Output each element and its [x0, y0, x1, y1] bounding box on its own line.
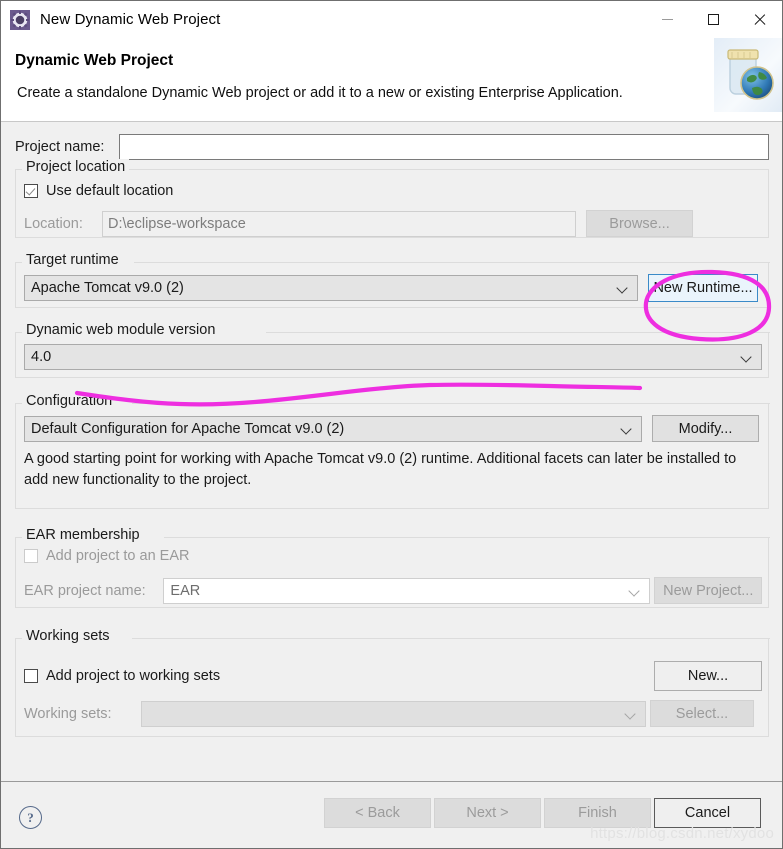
ear-project-name-label: EAR project name: [24, 582, 146, 599]
chevron-down-icon [629, 585, 641, 597]
target-runtime-combo[interactable]: Apache Tomcat v9.0 (2) [24, 275, 638, 301]
project-location-group: Project location Use default location Lo… [15, 159, 769, 238]
project-name-label: Project name: [15, 139, 105, 155]
target-runtime-row: Apache Tomcat v9.0 (2) New Runtime... [24, 274, 762, 302]
page-title: Dynamic Web Project [15, 52, 174, 69]
use-default-location-checkbox[interactable] [24, 184, 38, 198]
target-runtime-group-title: Target runtime [22, 252, 123, 268]
close-icon [753, 13, 766, 26]
module-version-row: 4.0 [24, 344, 762, 370]
maximize-button[interactable] [690, 1, 736, 38]
module-version-group: Dynamic web module version 4.0 [15, 322, 770, 378]
back-button[interactable]: < Back [324, 798, 431, 828]
module-version-combo[interactable]: 4.0 [24, 344, 762, 370]
help-icon[interactable]: ? [19, 806, 42, 829]
cancel-button[interactable]: Cancel [654, 798, 761, 828]
add-project-to-working-sets-label: Add project to working sets [46, 668, 221, 684]
jar-globe-icon [714, 38, 782, 112]
module-version-value: 4.0 [31, 349, 52, 365]
dialog-body: Project name: Project location Use defau… [1, 122, 782, 781]
working-sets-group-title: Working sets [22, 628, 114, 644]
project-name-input[interactable] [119, 134, 769, 160]
use-default-location-row[interactable]: Use default location [24, 183, 173, 199]
finish-button[interactable]: Finish [544, 798, 651, 828]
chevron-down-icon [741, 351, 753, 363]
maximize-icon [707, 14, 719, 25]
working-sets-row: Working sets: Select... [24, 700, 762, 727]
select-working-set-button[interactable]: Select... [650, 700, 754, 727]
configuration-value: Default Configuration for Apache Tomcat … [31, 420, 345, 437]
wizard-buttons: < Back Next > Finish Cancel [324, 798, 761, 828]
project-location-group-title: Project location [22, 159, 130, 175]
close-button[interactable] [736, 1, 782, 38]
configuration-group-title: Configuration [22, 393, 117, 409]
ear-project-name-row: EAR project name: EAR New Project... [24, 577, 762, 604]
location-input[interactable]: D:\eclipse-workspace [102, 210, 576, 237]
new-runtime-button[interactable]: New Runtime... [648, 274, 758, 302]
next-button[interactable]: Next > [434, 798, 541, 828]
ear-project-name-value: EAR [170, 582, 201, 599]
new-project-button[interactable]: New Project... [654, 577, 762, 604]
new-working-set-button[interactable]: New... [654, 661, 762, 691]
target-runtime-group: Target runtime Apache Tomcat v9.0 (2) Ne… [15, 252, 770, 308]
chevron-down-icon [617, 282, 629, 294]
dialog-footer: ? < Back Next > Finish Cancel https://bl… [1, 781, 782, 848]
watermark: https://blog.csdn.net/xydoo [590, 825, 774, 842]
use-default-location-label: Use default location [46, 183, 174, 199]
configuration-group: Configuration Default Configuration for … [15, 393, 770, 509]
location-label: Location: [24, 215, 83, 232]
minimize-icon [661, 19, 673, 20]
ear-membership-group-title: EAR membership [22, 527, 144, 543]
title-bar: New Dynamic Web Project [1, 1, 782, 38]
location-row: Location: D:\eclipse-workspace Browse... [24, 210, 762, 237]
chevron-down-icon [621, 423, 633, 435]
new-dynamic-web-project-dialog: New Dynamic Web Project Dynamic Web Proj… [0, 0, 783, 849]
module-version-group-title: Dynamic web module version [22, 322, 220, 338]
working-sets-combo[interactable] [141, 700, 646, 727]
add-to-working-sets-row: Add project to working sets New... [24, 661, 762, 691]
window-title: New Dynamic Web Project [40, 11, 221, 28]
ear-membership-group: EAR membership Add project to an EAR EAR… [15, 527, 770, 608]
add-to-ear-row[interactable]: Add project to an EAR [24, 548, 189, 564]
working-sets-label: Working sets: [24, 705, 112, 722]
configuration-row: Default Configuration for Apache Tomcat … [24, 415, 762, 442]
add-project-to-ear-label: Add project to an EAR [46, 548, 190, 564]
browse-button[interactable]: Browse... [586, 210, 693, 237]
add-project-to-working-sets-checkbox[interactable] [24, 669, 38, 683]
window-controls [644, 1, 782, 38]
add-project-to-ear-checkbox[interactable] [24, 549, 38, 563]
project-name-row: Project name: [15, 134, 769, 160]
working-sets-group: Working sets Add project to working sets… [15, 628, 770, 737]
chevron-down-icon [625, 708, 637, 720]
dialog-header-banner: Dynamic Web Project Create a standalone … [1, 38, 782, 122]
modify-button[interactable]: Modify... [652, 415, 759, 442]
minimize-button[interactable] [644, 1, 690, 38]
page-description: Create a standalone Dynamic Web project … [17, 85, 623, 101]
configuration-description: A good starting point for working with A… [24, 451, 737, 488]
ear-project-name-combo[interactable]: EAR [163, 577, 651, 604]
configuration-combo[interactable]: Default Configuration for Apache Tomcat … [24, 415, 642, 442]
eclipse-gear-icon [10, 9, 30, 30]
target-runtime-value: Apache Tomcat v9.0 (2) [31, 280, 184, 296]
